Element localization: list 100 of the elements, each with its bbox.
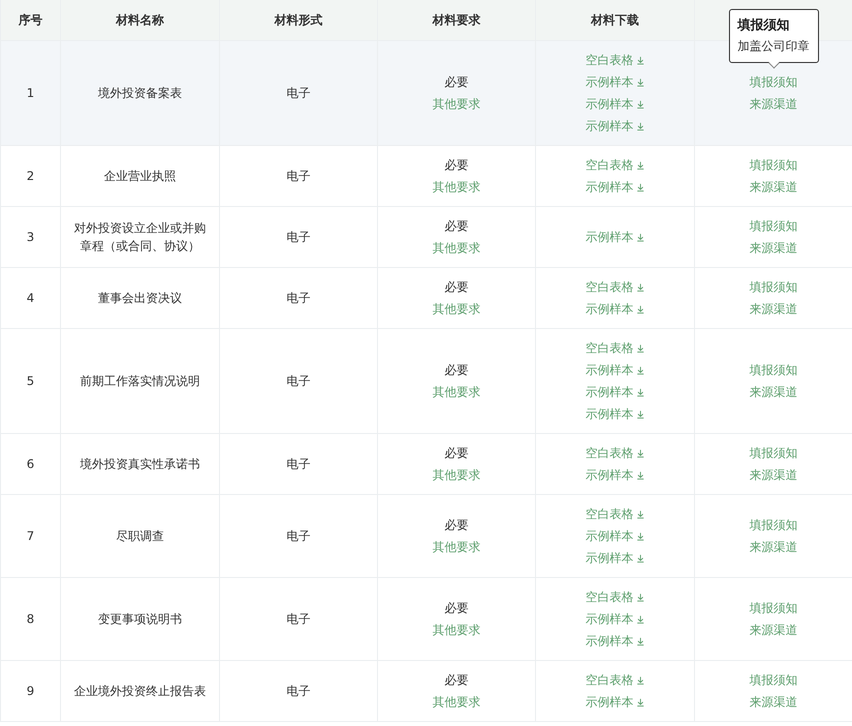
other-requirements-link[interactable]: 其他要求 xyxy=(432,176,480,198)
table-cell: 企业营业执照 xyxy=(104,169,176,183)
download-icon xyxy=(636,78,644,87)
download-link[interactable]: 示例样本 xyxy=(586,298,644,320)
download-link[interactable]: 示例样本 xyxy=(586,71,644,93)
other-requirements-link[interactable]: 其他要求 xyxy=(432,536,480,558)
filling-notice-link[interactable]: 填报须知 xyxy=(750,446,798,460)
table-row[interactable]: 3 对外投资设立企业或并购章程（或合同、协议） 电子 必要 其他要求 示例样本 填报须知 来源渠道 xyxy=(0,206,852,268)
source-channel-link[interactable]: 来源渠道 xyxy=(750,385,798,399)
download-link[interactable]: 示例样本 xyxy=(586,176,644,198)
table-cell: 9 xyxy=(26,684,34,698)
download-icon xyxy=(636,410,644,419)
filling-notice-link[interactable]: 填报须知 xyxy=(750,280,798,294)
table-cell: 6 xyxy=(26,457,34,471)
download-icon xyxy=(636,637,644,646)
download-link[interactable]: 空白表格 xyxy=(586,669,644,691)
filling-notice-link[interactable]: 填报须知 xyxy=(750,673,798,687)
table-cell: 7 xyxy=(26,529,34,543)
requirement-text: 必要 xyxy=(444,445,468,462)
column-header: 材料要求 xyxy=(378,0,536,40)
tooltip-title: 填报须知 xyxy=(738,17,790,35)
download-icon xyxy=(636,698,644,707)
download-icon xyxy=(636,183,644,192)
download-link[interactable]: 示例样本 xyxy=(586,608,644,630)
requirement-text: 必要 xyxy=(444,517,468,534)
table-cell: 4 xyxy=(26,291,34,305)
download-link[interactable]: 示例样本 xyxy=(586,359,644,381)
requirement-text: 必要 xyxy=(444,600,468,617)
download-icon xyxy=(636,593,644,602)
requirement-text: 必要 xyxy=(444,74,468,91)
filling-notice-link[interactable]: 填报须知 xyxy=(750,518,798,532)
other-requirements-link[interactable]: 其他要求 xyxy=(432,691,480,713)
table-cell: 前期工作落实情况说明 xyxy=(80,374,200,388)
download-icon xyxy=(636,532,644,541)
table-cell: 电子 xyxy=(286,169,310,183)
other-requirements-link[interactable]: 其他要求 xyxy=(432,381,480,403)
download-link[interactable]: 空白表格 xyxy=(586,154,644,176)
download-icon xyxy=(636,283,644,292)
download-icon xyxy=(636,676,644,685)
table-cell: 8 xyxy=(26,612,34,626)
download-link[interactable]: 示例样本 xyxy=(586,381,644,403)
download-link[interactable]: 示例样本 xyxy=(586,691,644,713)
requirement-text: 必要 xyxy=(444,672,468,689)
filling-notice-link[interactable]: 填报须知 xyxy=(750,158,798,172)
download-link[interactable]: 示例样本 xyxy=(586,115,644,137)
table-cell: 2 xyxy=(26,169,34,183)
table-row[interactable]: 8 变更事项说明书 电子 必要 其他要求 空白表格 示例样本 示例样本 填报须知 来源渠道 xyxy=(0,578,852,660)
table-row[interactable]: 5 前期工作落实情况说明 电子 必要 其他要求 空白表格 示例样本 示例样本 示例样本 填报须知 来源渠道 xyxy=(0,328,852,434)
other-requirements-link[interactable]: 其他要求 xyxy=(432,93,480,115)
source-channel-link[interactable]: 来源渠道 xyxy=(750,623,798,637)
table-row[interactable]: 6 境外投资真实性承诺书 电子 必要 其他要求 空白表格 示例样本 填报须知 来源渠道 xyxy=(0,434,852,494)
download-link[interactable]: 空白表格 xyxy=(586,49,644,71)
table-cell: 1 xyxy=(26,86,34,100)
table-cell: 对外投资设立企业或并购章程（或合同、协议） xyxy=(74,221,206,253)
download-icon xyxy=(636,554,644,563)
download-icon xyxy=(636,233,644,242)
download-link[interactable]: 示例样本 xyxy=(586,547,644,569)
download-link[interactable]: 示例样本 xyxy=(586,525,644,547)
source-channel-link[interactable]: 来源渠道 xyxy=(750,180,798,194)
download-link[interactable]: 示例样本 xyxy=(586,93,644,115)
source-channel-link[interactable]: 来源渠道 xyxy=(750,695,798,709)
filling-notice-link[interactable]: 填报须知 xyxy=(750,219,798,233)
download-icon xyxy=(636,510,644,519)
other-requirements-link[interactable]: 其他要求 xyxy=(432,619,480,641)
download-icon xyxy=(636,122,644,131)
table-row[interactable]: 9 企业境外投资终止报告表 电子 必要 其他要求 空白表格 示例样本 填报须知 来源渠道 xyxy=(0,660,852,722)
source-channel-link[interactable]: 来源渠道 xyxy=(750,97,798,111)
column-header: 序号 xyxy=(0,0,60,40)
table-row[interactable]: 7 尽职调查 电子 必要 其他要求 空白表格 示例样本 示例样本 填报须知 来源渠道 xyxy=(0,494,852,578)
column-header: 材料形式 xyxy=(220,0,378,40)
download-link[interactable]: 空白表格 xyxy=(586,276,644,298)
table-cell: 尽职调查 xyxy=(116,529,164,543)
download-link[interactable]: 示例样本 xyxy=(586,464,644,486)
download-link[interactable]: 示例样本 xyxy=(586,226,644,248)
download-link[interactable]: 空白表格 xyxy=(586,503,644,525)
download-icon xyxy=(636,56,644,65)
download-link[interactable]: 示例样本 xyxy=(586,403,644,425)
table-row[interactable]: 2 企业营业执照 电子 必要 其他要求 空白表格 示例样本 填报须知 来源渠道 xyxy=(0,146,852,206)
download-link[interactable]: 示例样本 xyxy=(586,630,644,652)
source-channel-link[interactable]: 来源渠道 xyxy=(750,241,798,255)
requirement-text: 必要 xyxy=(444,218,468,235)
table-cell: 电子 xyxy=(286,529,310,543)
filling-notice-link[interactable]: 填报须知 xyxy=(750,75,798,89)
source-channel-link[interactable]: 来源渠道 xyxy=(750,540,798,554)
table-cell: 电子 xyxy=(286,291,310,305)
source-channel-link[interactable]: 来源渠道 xyxy=(750,468,798,482)
table-cell: 3 xyxy=(26,230,34,244)
other-requirements-link[interactable]: 其他要求 xyxy=(432,237,480,259)
filling-notice-link[interactable]: 填报须知 xyxy=(750,601,798,615)
filling-notice-link[interactable]: 填报须知 xyxy=(750,363,798,377)
download-link[interactable]: 空白表格 xyxy=(586,442,644,464)
download-link[interactable]: 空白表格 xyxy=(586,586,644,608)
source-channel-link[interactable]: 来源渠道 xyxy=(750,302,798,316)
download-link[interactable]: 空白表格 xyxy=(586,337,644,359)
other-requirements-link[interactable]: 其他要求 xyxy=(432,298,480,320)
table-cell: 境外投资备案表 xyxy=(98,86,182,100)
table-row[interactable]: 4 董事会出资决议 电子 必要 其他要求 空白表格 示例样本 填报须知 来源渠道 xyxy=(0,268,852,328)
download-icon xyxy=(636,161,644,170)
other-requirements-link[interactable]: 其他要求 xyxy=(432,464,480,486)
table-cell: 变更事项说明书 xyxy=(98,612,182,626)
